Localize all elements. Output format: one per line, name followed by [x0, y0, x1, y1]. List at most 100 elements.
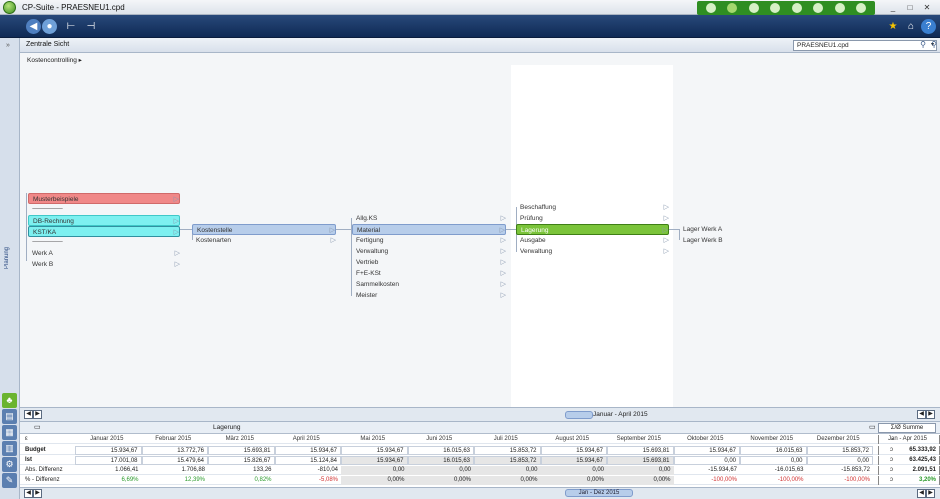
- tree-item[interactable]: Lager Werk B: [679, 235, 759, 246]
- tree-structure-icon[interactable]: ⊢: [64, 19, 78, 34]
- scroll-right-icon[interactable]: ▶: [33, 410, 42, 419]
- close-icon[interactable]: ✕: [922, 3, 932, 13]
- zoom-icon[interactable]: ⚲: [929, 40, 939, 50]
- star-icon[interactable]: ★: [886, 19, 900, 34]
- month-header[interactable]: Dezember 2015: [807, 435, 874, 444]
- file-select[interactable]: PRAESNEU1.cpd ▾: [793, 40, 937, 51]
- table-cell[interactable]: 15.693,81: [208, 446, 275, 455]
- month-header[interactable]: März 2015: [208, 435, 275, 444]
- tree-item[interactable]: Meister ▷: [352, 290, 506, 301]
- table-cell[interactable]: 15.693,81: [607, 446, 674, 455]
- grid-icon[interactable]: ▦: [2, 425, 17, 440]
- table-cell[interactable]: 0,00: [740, 456, 807, 465]
- tree-item[interactable]: Allg.KS ▷: [352, 213, 506, 224]
- module-8-icon[interactable]: [856, 3, 867, 13]
- table-cell[interactable]: 15.934,67: [540, 446, 607, 455]
- tree-item[interactable]: Verwaltung ▷: [352, 246, 506, 257]
- table-cell[interactable]: 15.934,67: [341, 446, 408, 455]
- month-header[interactable]: August 2015: [541, 435, 608, 444]
- globe-icon[interactable]: ●: [42, 19, 57, 34]
- module-6-icon[interactable]: [813, 3, 824, 13]
- month-header[interactable]: Juli 2015: [474, 435, 541, 444]
- month-header[interactable]: Oktober 2015: [674, 435, 741, 444]
- tree-item[interactable]: Werk A ▷: [28, 248, 180, 259]
- maximize-icon[interactable]: □: [905, 3, 915, 13]
- year-scrollbar[interactable]: ◀ ▶ Jan - Dez 2015 ◀ ▶: [20, 487, 940, 499]
- scroll-right-end-icon[interactable]: ▶: [926, 489, 935, 498]
- month-header[interactable]: April 2015: [275, 435, 342, 444]
- scroll-left-icon[interactable]: ◀: [24, 410, 33, 419]
- tree-item[interactable]: Musterbeispiele ▷: [28, 193, 180, 204]
- scroll-right-icon[interactable]: ▶: [33, 489, 42, 498]
- table-cell[interactable]: 15.853,72: [806, 446, 873, 455]
- back-arrow-icon[interactable]: ◀: [26, 19, 41, 34]
- calendar-icon[interactable]: ▭: [869, 423, 876, 431]
- year-thumb[interactable]: Jan - Dez 2015: [565, 489, 633, 497]
- expand-icon[interactable]: »: [6, 42, 10, 49]
- table-cell[interactable]: 15.934,67: [341, 456, 408, 465]
- tree-item[interactable]: Verwaltung ▷: [516, 246, 669, 257]
- tab-planung[interactable]: Planung: [4, 238, 16, 278]
- breadcrumb[interactable]: Kostencontrolling ▸: [27, 56, 82, 64]
- tree-item[interactable]: Kostenarten ▷: [192, 235, 336, 246]
- tree-item[interactable]: KST/KA ▷: [28, 226, 180, 237]
- help-icon[interactable]: ?: [921, 19, 936, 34]
- scroll-left-end-icon[interactable]: ◀: [917, 410, 926, 419]
- table-cell[interactable]: 15.934,67: [540, 456, 607, 465]
- module-2-icon[interactable]: [727, 3, 738, 13]
- table-cell[interactable]: 16.015,63: [407, 446, 474, 455]
- tree-item[interactable]: Material ▷: [352, 224, 506, 235]
- tree-item[interactable]: F+E-KSt ▷: [352, 268, 506, 279]
- module-5-icon[interactable]: [791, 3, 802, 13]
- tree-icon[interactable]: ♣: [2, 393, 17, 408]
- tree-item[interactable]: Lager Werk A: [679, 224, 759, 235]
- table-cell[interactable]: 16.015,63: [740, 446, 807, 455]
- table-cell[interactable]: 15.826,67: [208, 456, 275, 465]
- table-cell[interactable]: 13.772,76: [141, 446, 208, 455]
- scroll-right-end-icon[interactable]: ▶: [926, 410, 935, 419]
- table-cell[interactable]: 0,00: [673, 456, 740, 465]
- tree-item[interactable]: Werk B ▷: [28, 259, 180, 270]
- search-icon[interactable]: ⚲: [918, 40, 928, 50]
- minimize-icon[interactable]: _: [888, 3, 898, 13]
- tree-item[interactable]: Kostenstelle ▷: [192, 224, 336, 235]
- month-header[interactable]: Februar 2015: [142, 435, 209, 444]
- table-cell[interactable]: 17.001,08: [75, 456, 142, 465]
- table-cell[interactable]: 15.853,72: [474, 456, 541, 465]
- module-3-icon[interactable]: [748, 3, 759, 13]
- tree-item[interactable]: Fertigung ▷: [352, 235, 506, 246]
- table-cell[interactable]: 15.479,64: [141, 456, 208, 465]
- tree-item[interactable]: Lagerung ▷: [516, 224, 669, 235]
- table-cell[interactable]: 15.124,84: [274, 456, 341, 465]
- scroll-thumb[interactable]: [565, 411, 593, 419]
- table-cell[interactable]: 15.853,72: [474, 446, 541, 455]
- settings-icon[interactable]: ⚙: [2, 457, 17, 472]
- scroll-left-end-icon[interactable]: ◀: [917, 489, 926, 498]
- report-icon[interactable]: ▥: [2, 441, 17, 456]
- module-7-icon[interactable]: [834, 3, 845, 13]
- module-4-icon[interactable]: [770, 3, 781, 13]
- sum-button[interactable]: Σ/Ø Summe: [878, 423, 936, 433]
- tree-item[interactable]: DB-Rechnung ▷: [28, 215, 180, 226]
- table-cell[interactable]: 15.934,67: [75, 446, 142, 455]
- tree-item[interactable]: Vertrieb ▷: [352, 257, 506, 268]
- period-scrollbar[interactable]: ◀ ▶ Januar - April 2015 ◀ ▶: [20, 407, 940, 421]
- tree-item[interactable]: Sammelkosten ▷: [352, 279, 506, 290]
- tree-split-icon[interactable]: ⊣: [84, 19, 98, 34]
- month-header[interactable]: November 2015: [740, 435, 807, 444]
- tree-item[interactable]: Prüfung ▷: [516, 213, 669, 224]
- chart-icon[interactable]: ▤: [2, 409, 17, 424]
- table-icon[interactable]: ▭: [34, 423, 41, 431]
- app-globe-icon[interactable]: [3, 1, 16, 14]
- month-header[interactable]: September 2015: [607, 435, 674, 444]
- table-cell[interactable]: 16.015,63: [407, 456, 474, 465]
- table-cell[interactable]: 15.693,81: [607, 456, 674, 465]
- tools-icon[interactable]: ✎: [2, 473, 17, 488]
- month-header[interactable]: Juni 2015: [408, 435, 475, 444]
- tree-item[interactable]: Beschaffung ▷: [516, 202, 669, 213]
- table-cell[interactable]: 15.934,67: [274, 446, 341, 455]
- module-1-icon[interactable]: [705, 3, 716, 13]
- tree-item[interactable]: Ausgabe ▷: [516, 235, 669, 246]
- table-cell[interactable]: 0,00: [806, 456, 873, 465]
- table-cell[interactable]: 15.934,67: [673, 446, 740, 455]
